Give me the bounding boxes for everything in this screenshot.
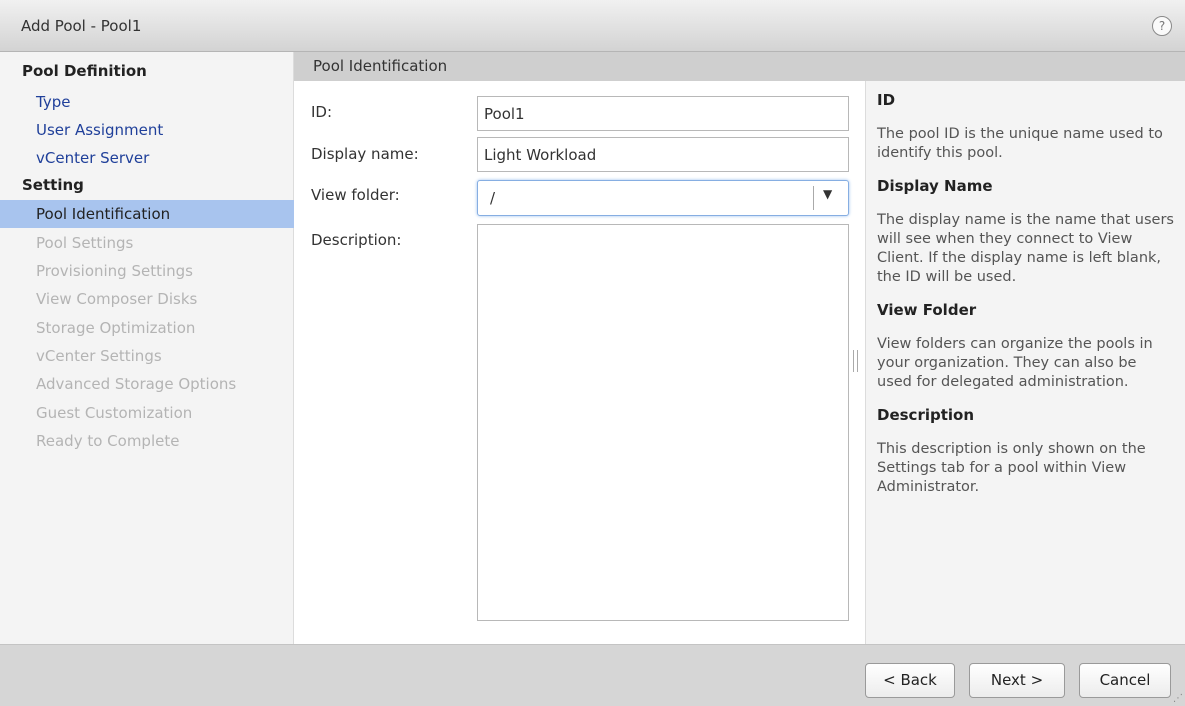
sidebar-item-guest-customization: Guest Customization xyxy=(36,404,193,422)
window-title: Add Pool - Pool1 xyxy=(21,17,142,35)
wizard-sidebar: Pool Definition Type User Assignment vCe… xyxy=(0,52,294,644)
wizard-footer: < Back Next > Cancel ⋰ xyxy=(0,644,1185,706)
view-folder-value: / xyxy=(490,189,496,207)
id-label: ID: xyxy=(311,103,333,121)
sidebar-item-type[interactable]: Type xyxy=(0,88,294,116)
sidebar-section-pool-definition: Pool Definition xyxy=(22,62,147,80)
help-title-display-name: Display Name xyxy=(877,177,993,195)
sidebar-item-provisioning-settings: Provisioning Settings xyxy=(36,262,193,280)
resize-grip-icon[interactable]: ⋰ xyxy=(1173,693,1183,704)
back-button[interactable]: < Back xyxy=(865,663,955,698)
help-title-description: Description xyxy=(877,406,975,424)
sidebar-item-user-assignment[interactable]: User Assignment xyxy=(0,116,294,144)
help-title-view-folder: View Folder xyxy=(877,301,977,319)
description-field[interactable] xyxy=(477,224,849,621)
help-text-display-name: The display name is the name that users … xyxy=(877,212,1174,285)
display-name-label: Display name: xyxy=(311,145,419,163)
sidebar-item-pool-settings: Pool Settings xyxy=(36,234,134,252)
help-panel: ID The pool ID is the unique name used t… xyxy=(865,81,1185,644)
help-text-description: This description is only shown on the Se… xyxy=(877,441,1146,495)
cancel-button[interactable]: Cancel xyxy=(1079,663,1171,698)
display-name-field[interactable] xyxy=(477,137,849,172)
sidebar-item-pool-identification[interactable]: Pool Identification xyxy=(0,200,294,228)
select-divider xyxy=(813,186,814,210)
help-icon[interactable]: ? xyxy=(1152,16,1172,36)
pane-splitter-handle[interactable] xyxy=(853,350,858,372)
sidebar-item-storage-optimization: Storage Optimization xyxy=(36,319,196,337)
help-text-id: The pool ID is the unique name used to i… xyxy=(877,126,1163,161)
sidebar-item-vcenter-settings: vCenter Settings xyxy=(36,347,162,365)
chevron-down-icon[interactable]: ▼ xyxy=(823,187,832,201)
main-panel: Pool Identification ID: Display name: Vi… xyxy=(294,52,1185,644)
help-text-view-folder: View folders can organize the pools in y… xyxy=(877,336,1153,390)
sidebar-item-vcenter-server[interactable]: vCenter Server xyxy=(0,144,294,172)
view-folder-select[interactable]: / ▼ xyxy=(477,180,849,216)
sidebar-item-ready-to-complete: Ready to Complete xyxy=(36,432,180,450)
sidebar-item-view-composer-disks: View Composer Disks xyxy=(36,290,198,308)
next-button[interactable]: Next > xyxy=(969,663,1065,698)
help-title-id: ID xyxy=(877,91,896,109)
sidebar-section-setting: Setting xyxy=(22,176,84,194)
sidebar-item-advanced-storage-options: Advanced Storage Options xyxy=(36,375,237,393)
id-field[interactable] xyxy=(477,96,849,131)
window-titlebar: Add Pool - Pool1 ? xyxy=(0,0,1185,52)
view-folder-label: View folder: xyxy=(311,186,400,204)
page-title: Pool Identification xyxy=(294,52,1185,81)
description-label: Description: xyxy=(311,231,402,249)
